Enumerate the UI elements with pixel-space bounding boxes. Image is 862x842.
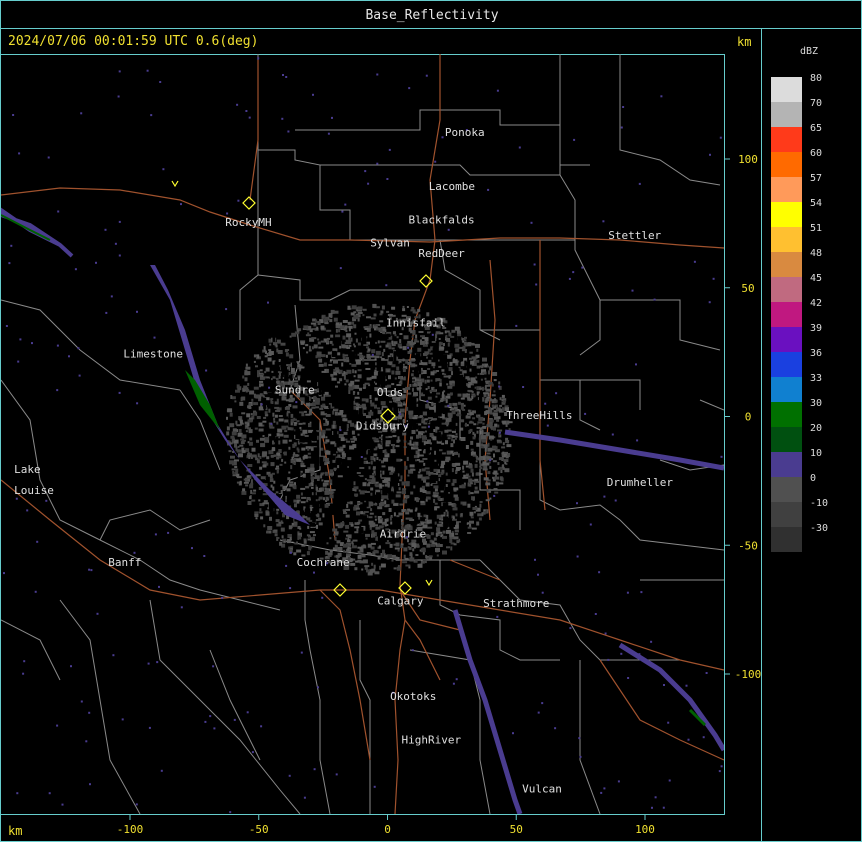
legend-swatch (771, 252, 802, 277)
legend-label: 36 (810, 348, 823, 359)
x-tick-label: -50 (249, 823, 269, 836)
legend-swatch (771, 302, 802, 327)
place-label: Cochrane (297, 556, 350, 569)
legend-swatch (771, 102, 802, 127)
place-label: Didsbury (356, 419, 409, 432)
legend-label: 51 (810, 223, 823, 234)
y-tick-label: -100 (735, 668, 762, 681)
legend-label: 54 (810, 198, 823, 209)
legend-label: 39 (810, 323, 823, 334)
place-label: Lake (14, 463, 41, 476)
place-label: RedDeer (418, 247, 465, 260)
legend-swatch (771, 227, 802, 252)
place-label: Airdrie (380, 528, 426, 541)
legend-label: 60 (810, 148, 823, 159)
y-tick-label: 0 (745, 411, 752, 424)
place-label: Stettler (608, 229, 661, 242)
place-label: ThreeHills (506, 409, 572, 422)
legend-label: 48 (810, 248, 823, 259)
legend-title: dBZ (800, 46, 819, 57)
place-label: Lacombe (429, 180, 475, 193)
legend-label: 33 (810, 373, 823, 384)
radar-map[interactable]: Ponoka Lacombe Blackfalds Sylvan RedDeer Stet… (0, 0, 862, 842)
x-tick-label: 100 (635, 823, 655, 836)
legend-swatch (771, 452, 802, 477)
legend-swatch (771, 327, 802, 352)
x-tick-label: 0 (384, 823, 391, 836)
x-axis-unit-label: km (8, 824, 23, 838)
legend-swatch (771, 477, 802, 502)
scan-timestamp: 2024/07/06 00:01:59 UTC 0.6(deg) (8, 34, 259, 49)
legend-label: 30 (810, 398, 823, 409)
legend-swatch (771, 177, 802, 202)
place-label: Calgary (377, 594, 424, 607)
legend-label: 20 (810, 423, 823, 434)
place-label: Sylvan (370, 237, 410, 250)
legend-label: -30 (810, 523, 829, 534)
legend-swatch (771, 427, 802, 452)
y-tick-label: 100 (738, 153, 758, 166)
place-label: Strathmore (483, 597, 549, 610)
place-label: Ponoka (445, 126, 485, 139)
place-label: Limestone (123, 347, 183, 360)
legend-swatch (771, 352, 802, 377)
place-label: Drumheller (607, 476, 674, 489)
legend-label: 42 (810, 298, 823, 309)
place-label: Innisfail (386, 316, 446, 329)
x-tick-label: 50 (510, 823, 523, 836)
speckle-echoes (3, 57, 723, 814)
legend-label: 70 (810, 98, 823, 109)
plot-frame (0, 54, 725, 815)
legend-label: -10 (810, 498, 829, 509)
place-label: HighRiver (401, 734, 461, 747)
legend-swatch (771, 502, 802, 527)
legend-label: 57 (810, 173, 823, 184)
legend-label: 10 (810, 448, 823, 459)
place-label: Olds (377, 386, 404, 399)
y-tick-label: -50 (738, 539, 758, 552)
legend-swatch (771, 277, 802, 302)
legend-label: 80 (810, 73, 823, 84)
place-label: Banff (108, 556, 141, 569)
place-label: RockyMH (225, 216, 271, 229)
place-label: Okotoks (390, 690, 436, 703)
place-label: Blackfalds (408, 213, 474, 226)
y-tick-label: 50 (741, 282, 754, 295)
legend-swatch (771, 202, 802, 227)
ground-clutter-echoes (226, 303, 513, 576)
legend-label: 65 (810, 123, 823, 134)
legend-swatch (771, 77, 802, 102)
legend-swatch (771, 127, 802, 152)
place-label: Vulcan (522, 782, 562, 795)
legend-label: 0 (810, 473, 817, 484)
x-tick-label: -100 (117, 823, 144, 836)
place-label: Louise (14, 484, 54, 497)
legend-label: 45 (810, 273, 823, 284)
legend-swatch (771, 152, 802, 177)
highways (1, 54, 724, 814)
legend-swatch (771, 527, 802, 552)
legend-swatch (771, 377, 802, 402)
legend-swatch (771, 402, 802, 427)
county-boundaries (1, 54, 724, 814)
place-label: Sundre (275, 383, 315, 396)
y-axis-unit-label: km (737, 35, 752, 49)
